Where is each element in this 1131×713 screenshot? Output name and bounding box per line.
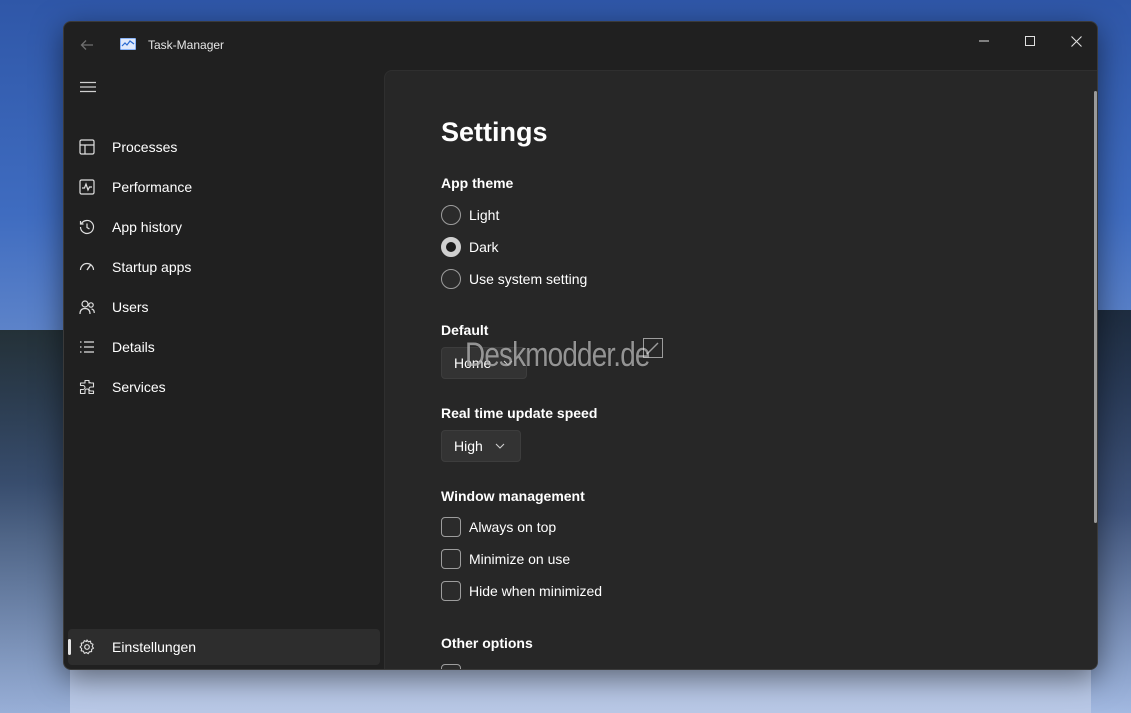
back-button[interactable] [76, 34, 98, 56]
sidebar-item-label: Einstellungen [112, 639, 197, 655]
option-label: Always on top [469, 519, 557, 535]
details-icon [68, 329, 108, 365]
sidebar-item-label: App history [112, 219, 183, 235]
option-hide-when-minimized[interactable]: Hide when minimized [441, 580, 602, 602]
watermark-text: Deskmodder.de [465, 336, 650, 374]
sidebar-item-label: Performance [112, 179, 193, 195]
services-icon [68, 369, 108, 405]
option-partially-visible[interactable] [441, 663, 461, 669]
app-theme-heading: App theme [441, 175, 514, 191]
other-options-heading: Other options [441, 635, 533, 651]
theme-option-light[interactable]: Light [441, 204, 499, 226]
minimize-icon [979, 40, 989, 42]
sidebar-item-label: Startup apps [112, 259, 192, 275]
option-label: Light [469, 207, 500, 223]
minimize-button[interactable] [961, 26, 1007, 56]
checkbox[interactable] [441, 664, 461, 669]
option-label: Minimize on use [469, 551, 571, 567]
radio-button[interactable] [441, 205, 461, 225]
chevron-down-icon [495, 443, 505, 449]
checkbox[interactable] [441, 517, 461, 537]
option-minimize-on-use[interactable]: Minimize on use [441, 548, 570, 570]
sidebar-item-label: Users [112, 299, 149, 315]
sidebar-item-startup-apps[interactable]: Startup apps [68, 249, 380, 285]
sidebar-item-label: Details [112, 339, 155, 355]
app-history-icon [68, 209, 108, 245]
sidebar-item-details[interactable]: Details [68, 329, 380, 365]
sidebar-item-services[interactable]: Services [68, 369, 380, 405]
sidebar-item-label: Services [112, 379, 166, 395]
sidebar-item-processes[interactable]: Processes [68, 129, 380, 165]
hamburger-menu-button[interactable] [76, 78, 100, 96]
radio-button-selected[interactable] [441, 237, 461, 257]
sidebar-item-settings[interactable]: Einstellungen [68, 629, 380, 665]
close-button[interactable] [1053, 26, 1097, 56]
update-speed-heading: Real time update speed [441, 405, 598, 421]
task-manager-app-icon [120, 38, 136, 50]
option-always-on-top[interactable]: Always on top [441, 516, 556, 538]
navigation-sidebar: Processes Performance App history Startu… [64, 68, 384, 669]
arrow-left-icon [80, 40, 93, 50]
performance-icon [68, 169, 108, 205]
wallpaper-left [0, 330, 70, 713]
watermark-pen-icon [643, 338, 663, 358]
users-icon [68, 289, 108, 325]
gear-icon [68, 629, 108, 665]
page-title: Settings [441, 117, 548, 147]
theme-option-system[interactable]: Use system setting [441, 268, 587, 290]
option-label: Hide when minimized [469, 583, 603, 599]
checkbox[interactable] [441, 549, 461, 569]
dropdown-value: High [454, 438, 483, 454]
hamburger-icon [80, 81, 96, 93]
maximize-icon [1025, 36, 1035, 46]
sidebar-item-label: Processes [112, 139, 178, 155]
window-title: Task-Manager [148, 38, 225, 52]
sidebar-item-users[interactable]: Users [68, 289, 380, 325]
processes-icon [68, 129, 108, 165]
checkbox[interactable] [441, 581, 461, 601]
close-icon [1070, 35, 1082, 47]
sidebar-item-app-history[interactable]: App history [68, 209, 380, 245]
vertical-scrollbar[interactable] [1094, 91, 1097, 523]
window-management-heading: Window management [441, 488, 585, 504]
update-speed-dropdown[interactable]: High [441, 430, 521, 462]
radio-button[interactable] [441, 269, 461, 289]
active-indicator [68, 639, 71, 655]
sidebar-item-performance[interactable]: Performance [68, 169, 380, 205]
option-label: Use system setting [469, 271, 588, 287]
startup-apps-icon [68, 249, 108, 285]
theme-option-dark[interactable]: Dark [441, 236, 499, 258]
option-label: Dark [469, 239, 499, 255]
title-bar[interactable]: Task-Manager [64, 22, 1097, 68]
maximize-button[interactable] [1007, 26, 1053, 56]
